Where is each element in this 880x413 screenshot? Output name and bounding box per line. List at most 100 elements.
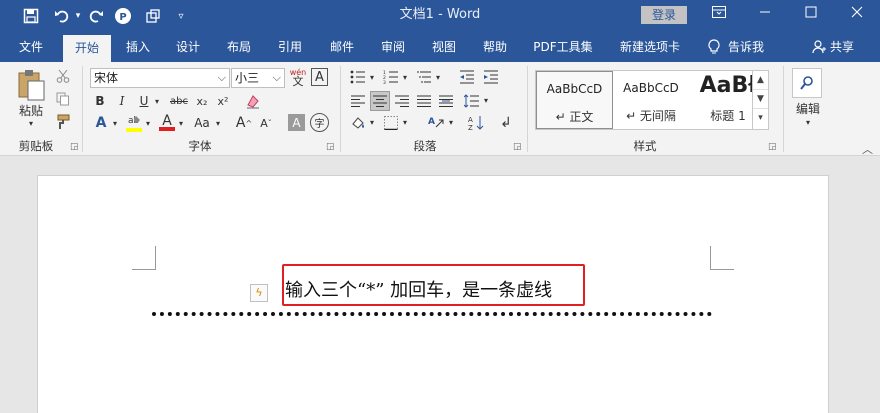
line-spacing-icon[interactable] bbox=[462, 91, 482, 111]
numbering-icon[interactable]: 123 bbox=[381, 68, 401, 86]
styles-group-label: 样式 bbox=[633, 139, 657, 153]
increase-indent-icon[interactable] bbox=[481, 68, 501, 86]
ribbon-display-icon[interactable] bbox=[696, 0, 742, 30]
search-icon[interactable] bbox=[792, 68, 822, 98]
svg-text:3: 3 bbox=[383, 80, 386, 84]
font-size-combo[interactable]: 小三 ⌵ bbox=[231, 68, 285, 88]
person-icon[interactable] bbox=[810, 32, 828, 62]
distributed-icon[interactable] bbox=[436, 91, 456, 111]
editing-dropdown-icon[interactable]: ▾ bbox=[802, 117, 814, 127]
bullets-icon[interactable] bbox=[348, 68, 368, 86]
character-shading-button[interactable]: A bbox=[288, 114, 305, 131]
asian-layout-icon[interactable]: A bbox=[425, 113, 447, 133]
restore-icon[interactable] bbox=[788, 0, 834, 30]
close-icon[interactable] bbox=[834, 0, 880, 30]
clear-formatting-icon[interactable] bbox=[243, 91, 263, 111]
asian-layout-dropdown-icon[interactable]: ▾ bbox=[447, 115, 455, 129]
text-effects-dropdown-icon[interactable]: ▾ bbox=[110, 115, 120, 131]
enclose-characters-button[interactable]: 字 bbox=[310, 113, 329, 132]
group-divider bbox=[783, 66, 784, 152]
decrease-indent-icon[interactable] bbox=[457, 68, 477, 86]
phonetic-char: 文 bbox=[292, 75, 304, 88]
align-right-icon[interactable] bbox=[392, 91, 412, 111]
justify-icon[interactable] bbox=[414, 91, 434, 111]
tab-layout[interactable]: 布局 bbox=[219, 32, 259, 62]
autocorrect-options-icon[interactable]: ϟ bbox=[250, 284, 268, 302]
format-painter-icon[interactable] bbox=[54, 113, 72, 131]
shrink-font-button[interactable]: Aˇ bbox=[257, 113, 275, 133]
strikethrough-button[interactable]: abc bbox=[168, 92, 190, 110]
minimize-icon[interactable] bbox=[742, 0, 788, 30]
multilevel-dropdown-icon[interactable]: ▾ bbox=[434, 70, 442, 84]
styles-launcher-icon[interactable]: ◲ bbox=[768, 142, 778, 152]
tab-references[interactable]: 引用 bbox=[270, 32, 310, 62]
paste-dropdown-icon[interactable]: ▾ bbox=[24, 118, 38, 128]
borders-icon[interactable] bbox=[381, 113, 401, 133]
align-left-icon[interactable] bbox=[348, 91, 368, 111]
shading-dropdown-icon[interactable]: ▾ bbox=[368, 115, 376, 129]
font-name-combo[interactable]: 宋体 ⌵ bbox=[90, 68, 230, 88]
chevron-down-icon[interactable]: ⌵ bbox=[218, 69, 226, 87]
font-color-dropdown-icon[interactable]: ▾ bbox=[176, 115, 186, 131]
font-launcher-icon[interactable]: ◲ bbox=[326, 142, 336, 152]
line-spacing-dropdown-icon[interactable]: ▾ bbox=[482, 93, 490, 107]
chevron-down-icon[interactable]: ⌵ bbox=[273, 69, 281, 87]
underline-button[interactable]: U bbox=[136, 92, 152, 110]
grow-font-button[interactable]: A ^ bbox=[235, 113, 253, 133]
tab-insert[interactable]: 插入 bbox=[118, 32, 158, 62]
gallery-more-icon[interactable]: ▾ bbox=[753, 109, 768, 128]
tab-home[interactable]: 开始 bbox=[63, 35, 111, 62]
numbering-dropdown-icon[interactable]: ▾ bbox=[401, 70, 409, 84]
tab-help[interactable]: 帮助 bbox=[475, 32, 515, 62]
paragraph-launcher-icon[interactable]: ◲ bbox=[513, 142, 523, 152]
tab-review[interactable]: 审阅 bbox=[373, 32, 413, 62]
borders-dropdown-icon[interactable]: ▾ bbox=[401, 115, 409, 129]
sort-icon[interactable]: AZ bbox=[466, 113, 486, 133]
tab-pdf-tools[interactable]: PDF工具集 bbox=[528, 32, 598, 62]
style-normal[interactable]: AaBbCcD ↵ 正文 bbox=[536, 71, 613, 129]
lightbulb-icon[interactable] bbox=[704, 32, 724, 62]
show-formatting-icon[interactable]: ↲ bbox=[496, 113, 516, 133]
shading-icon[interactable] bbox=[348, 113, 368, 133]
tab-new[interactable]: 新建选项卡 bbox=[612, 32, 688, 62]
gallery-up-icon[interactable]: ▲ bbox=[753, 71, 768, 90]
text-effects-icon[interactable]: A bbox=[92, 113, 110, 133]
underline-dropdown-icon[interactable]: ▾ bbox=[152, 92, 162, 110]
paste-button[interactable]: 粘贴 bbox=[12, 102, 50, 118]
superscript-button[interactable]: x² bbox=[214, 92, 232, 110]
tab-file[interactable]: 文件 bbox=[8, 32, 54, 62]
group-divider bbox=[82, 66, 83, 152]
change-case-button[interactable]: Aa bbox=[191, 113, 213, 133]
tell-me-input[interactable]: 告诉我 bbox=[728, 32, 774, 62]
style-name: ↵ 无间隔 bbox=[626, 109, 676, 123]
subscript-button[interactable]: x₂ bbox=[193, 92, 211, 110]
paste-icon[interactable] bbox=[14, 68, 48, 102]
phonetic-guide-icon[interactable]: wén 文 bbox=[288, 67, 308, 87]
editing-button[interactable]: 编辑 bbox=[790, 100, 826, 116]
group-divider bbox=[527, 66, 528, 152]
tab-design[interactable]: 设计 bbox=[168, 32, 208, 62]
login-button[interactable]: 登录 bbox=[641, 6, 687, 24]
clipboard-launcher-icon[interactable]: ◲ bbox=[70, 142, 80, 152]
collapse-ribbon-icon[interactable]: ︿ bbox=[862, 141, 873, 157]
align-center-icon[interactable] bbox=[370, 91, 390, 111]
svg-text:A: A bbox=[468, 116, 473, 124]
italic-button[interactable]: I bbox=[114, 92, 130, 110]
share-button[interactable]: 共享 bbox=[830, 32, 862, 62]
gallery-down-icon[interactable]: ▼ bbox=[753, 90, 768, 109]
font-color-icon[interactable]: A bbox=[158, 113, 176, 133]
highlight-dropdown-icon[interactable]: ▾ bbox=[143, 115, 153, 131]
cut-icon[interactable] bbox=[54, 67, 72, 85]
bullets-dropdown-icon[interactable]: ▾ bbox=[368, 70, 376, 84]
bold-button[interactable]: B bbox=[92, 92, 108, 110]
tab-mailings[interactable]: 邮件 bbox=[322, 32, 362, 62]
character-border-icon[interactable]: A bbox=[311, 68, 328, 86]
copy-icon[interactable] bbox=[54, 90, 72, 108]
highlighter-icon[interactable]: ab bbox=[125, 113, 143, 133]
multilevel-list-icon[interactable] bbox=[414, 68, 434, 86]
style-no-spacing[interactable]: AaBbCcD ↵ 无间隔 bbox=[614, 71, 688, 129]
tab-view[interactable]: 视图 bbox=[424, 32, 464, 62]
shrink-font-glyph: A bbox=[260, 116, 268, 130]
dotted-horizontal-line bbox=[152, 312, 712, 316]
change-case-dropdown-icon[interactable]: ▾ bbox=[213, 115, 223, 131]
